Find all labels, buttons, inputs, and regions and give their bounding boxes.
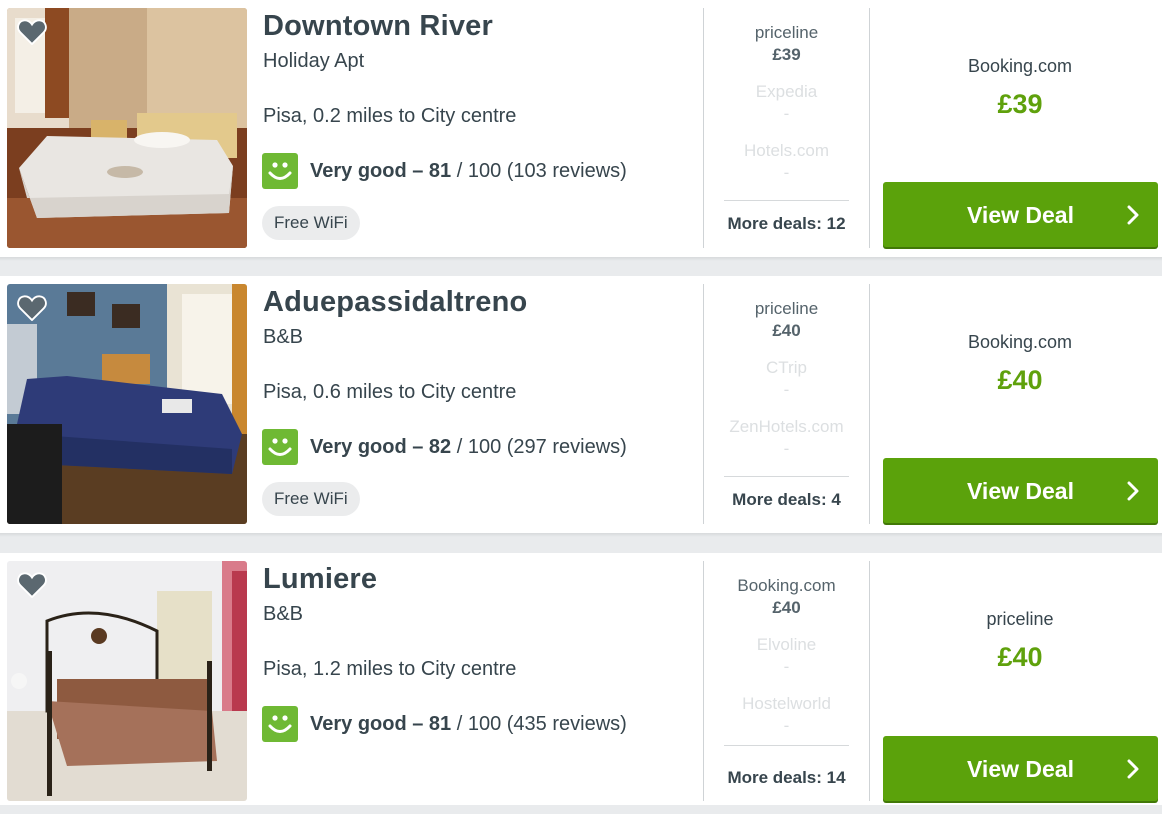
view-deal-label: View Deal — [967, 756, 1074, 782]
rating: Very good – 81 / 100 (103 reviews) — [262, 153, 627, 189]
hotel-photo[interactable] — [7, 284, 247, 524]
rating-label: Very good – 81 — [310, 159, 452, 182]
best-deal-site: priceline — [986, 609, 1054, 629]
rating-text: Very good – 81 / 100 (435 reviews) — [310, 713, 627, 736]
alt-deal-price[interactable]: £40 — [704, 321, 869, 341]
alt-deal-price[interactable]: £39 — [704, 45, 869, 65]
best-deal-price[interactable]: £40 — [870, 365, 1162, 396]
alt-deal-price[interactable]: - — [704, 439, 869, 459]
chevron-right-icon — [1127, 759, 1139, 779]
alt-deal-site[interactable]: priceline — [704, 23, 869, 43]
view-deal-button[interactable]: View Deal — [883, 458, 1158, 523]
amenity-chip: Free WiFi — [262, 482, 360, 516]
more-deals-link[interactable]: More deals: 14 — [704, 768, 869, 788]
alternative-deals: priceline £39 Expedia - Hotels.com - Mor… — [704, 0, 869, 261]
more-deals-link[interactable]: More deals: 12 — [704, 214, 869, 234]
best-deal: Booking.com £40 View Deal — [870, 276, 1162, 537]
rating-reviews: / 100 (103 reviews) — [451, 159, 627, 182]
rating-reviews: / 100 (435 reviews) — [451, 712, 627, 735]
alt-deal-price[interactable]: - — [704, 104, 869, 124]
best-deal-site: Booking.com — [967, 332, 1073, 352]
alt-deal-site[interactable]: Hostelworld — [704, 694, 869, 714]
heart-icon[interactable] — [17, 571, 47, 598]
alt-deal-price[interactable]: - — [704, 716, 869, 736]
alt-deal-site[interactable]: Hotels.com — [704, 141, 869, 161]
rating-label: Very good – 82 — [310, 435, 452, 458]
hotel-location: Pisa, 0.6 miles to City centre — [263, 381, 517, 403]
hotel-card: Downtown River Holiday Apt Pisa, 0.2 mil… — [0, 0, 1162, 261]
hotel-type: B&B — [263, 326, 304, 348]
hotel-type: B&B — [263, 603, 304, 625]
rating-reviews: / 100 (297 reviews) — [451, 435, 627, 458]
hotel-name[interactable]: Downtown River — [263, 10, 493, 43]
chevron-right-icon — [1127, 481, 1139, 501]
amenity-chip: Free WiFi — [262, 206, 360, 240]
alternative-deals: priceline £40 CTrip - ZenHotels.com - Mo… — [704, 276, 869, 537]
hotel-type: Holiday Apt — [263, 50, 365, 72]
alt-deal-price[interactable]: - — [704, 163, 869, 183]
alt-deal-price[interactable]: - — [704, 657, 869, 677]
hotel-card: Aduepassidaltreno B&B Pisa, 0.6 miles to… — [0, 276, 1162, 537]
alt-deal-price[interactable]: £40 — [704, 598, 869, 618]
rating: Very good – 82 / 100 (297 reviews) — [262, 429, 627, 465]
smiley-icon — [262, 706, 298, 742]
hotel-photo[interactable] — [7, 8, 247, 248]
alt-deal-site[interactable]: priceline — [704, 299, 869, 319]
best-deal-site: Booking.com — [967, 56, 1073, 76]
more-deals-link[interactable]: More deals: 4 — [704, 490, 869, 510]
alt-deal-site[interactable]: Expedia — [704, 82, 869, 102]
heart-icon[interactable] — [17, 294, 47, 321]
best-deal: priceline £40 View Deal — [870, 553, 1162, 814]
alt-deal-site[interactable]: CTrip — [704, 358, 869, 378]
hotel-location: Pisa, 1.2 miles to City centre — [263, 658, 517, 680]
divider — [724, 476, 849, 477]
hotel-name[interactable]: Aduepassidaltreno — [263, 286, 527, 319]
view-deal-button[interactable]: View Deal — [883, 182, 1158, 247]
view-deal-label: View Deal — [967, 202, 1074, 228]
alt-deal-site[interactable]: Booking.com — [704, 576, 869, 596]
rating-label: Very good – 81 — [310, 712, 452, 735]
view-deal-label: View Deal — [967, 478, 1074, 504]
rating-text: Very good – 82 / 100 (297 reviews) — [310, 436, 627, 459]
heart-icon[interactable] — [17, 18, 47, 45]
hotel-name[interactable]: Lumiere — [263, 563, 377, 596]
rating: Very good – 81 / 100 (435 reviews) — [262, 706, 627, 742]
best-deal: Booking.com £39 View Deal — [870, 0, 1162, 261]
hotel-location: Pisa, 0.2 miles to City centre — [263, 105, 517, 127]
hotel-card: Lumiere B&B Pisa, 1.2 miles to City cent… — [0, 553, 1162, 805]
best-deal-price[interactable]: £40 — [870, 642, 1162, 673]
smiley-icon — [262, 429, 298, 465]
alternative-deals: Booking.com £40 Elvoline - Hostelworld -… — [704, 553, 869, 814]
hotel-photo[interactable] — [7, 561, 247, 801]
hotel-results-list: Downtown River Holiday Apt Pisa, 0.2 mil… — [0, 0, 1162, 805]
divider — [724, 745, 849, 746]
alt-deal-site[interactable]: Elvoline — [704, 635, 869, 655]
chevron-right-icon — [1127, 205, 1139, 225]
smiley-icon — [262, 153, 298, 189]
alt-deal-site[interactable]: ZenHotels.com — [704, 417, 869, 437]
divider — [724, 200, 849, 201]
view-deal-button[interactable]: View Deal — [883, 736, 1158, 801]
alt-deal-price[interactable]: - — [704, 380, 869, 400]
rating-text: Very good – 81 / 100 (103 reviews) — [310, 160, 627, 183]
best-deal-price[interactable]: £39 — [870, 89, 1162, 120]
